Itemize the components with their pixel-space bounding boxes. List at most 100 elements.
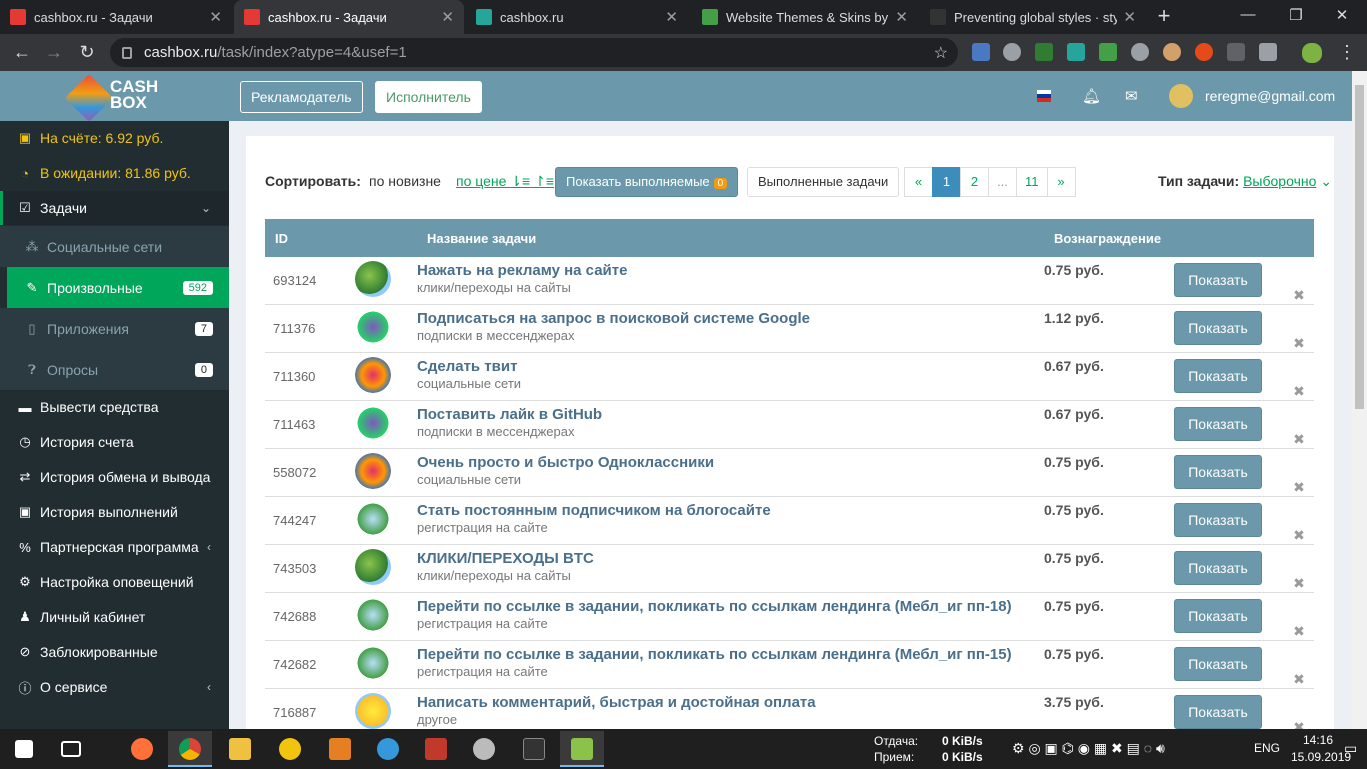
app-icon[interactable] [318, 731, 362, 767]
page-link[interactable]: ... [988, 167, 1017, 197]
show-task-button[interactable]: Показать [1174, 407, 1262, 441]
remove-task-icon[interactable]: ✖ [1284, 400, 1314, 449]
extension-icon[interactable] [972, 43, 990, 61]
sidebar-item[interactable]: ⊘ Заблокированные [0, 635, 229, 669]
show-task-button[interactable]: Показать [1174, 599, 1262, 633]
remove-task-icon[interactable]: ✖ [1284, 496, 1314, 545]
sort-desc-icon[interactable]: ⇂≡ [510, 173, 530, 189]
close-window-icon[interactable]: ✕ [1332, 6, 1352, 24]
browser-tab[interactable]: cashbox.ru ✕ [466, 0, 688, 34]
task-name[interactable]: Сделать твит [417, 358, 1044, 375]
sidebar-item[interactable]: % Партнерская программа ‹ [0, 530, 229, 564]
app-icon[interactable] [462, 731, 506, 767]
remove-task-icon[interactable]: ✖ [1284, 352, 1314, 401]
app-icon[interactable] [268, 731, 312, 767]
close-tab-icon[interactable]: ✕ [441, 8, 454, 26]
close-tab-icon[interactable]: ✕ [895, 8, 908, 26]
sidebar-item[interactable]: ⓘ О сервисе ‹ [0, 670, 229, 704]
app-icon[interactable] [512, 731, 556, 767]
advertiser-button[interactable]: Рекламодатель [240, 81, 363, 113]
tray-icons[interactable]: ⚙ ◎ ▣ ⌬ ◉ ▦ ✖ ▤ ◌ 🔊︎ [1012, 740, 1165, 757]
bell-icon[interactable]: 🔔︎ [1082, 87, 1101, 105]
forward-icon[interactable]: → [43, 42, 65, 63]
close-tab-icon[interactable]: ✕ [1123, 8, 1136, 26]
close-tab-icon[interactable]: ✕ [209, 8, 222, 26]
show-task-button[interactable]: Показать [1174, 551, 1262, 585]
remove-task-icon[interactable]: ✖ [1284, 592, 1314, 641]
sidebar-item[interactable]: ♟ Личный кабинет [0, 600, 229, 634]
task-name[interactable]: Очень просто и быстро Одноклассники [417, 454, 1044, 471]
notifications-icon[interactable]: ▭ [1344, 740, 1357, 757]
notepad-icon[interactable] [560, 731, 604, 767]
page-link[interactable]: 1 [932, 167, 961, 197]
sidebar-item[interactable]: ⚙ Настройка оповещений [0, 565, 229, 599]
task-name[interactable]: Перейти по ссылке в задании, покликать п… [417, 598, 1044, 615]
browser-tab[interactable]: Website Themes & Skins by Sty ✕ [692, 0, 918, 34]
show-task-button[interactable]: Показать [1174, 311, 1262, 345]
task-name[interactable]: Поставить лайк в GitHub [417, 406, 1044, 423]
extension-icon[interactable] [1131, 43, 1149, 61]
clock-date[interactable]: 15.09.2019 [1291, 750, 1351, 764]
back-icon[interactable]: ← [11, 42, 33, 63]
show-task-button[interactable]: Показать [1174, 359, 1262, 393]
cookie-icon[interactable] [1163, 43, 1181, 61]
remove-task-icon[interactable]: ✖ [1284, 544, 1314, 593]
sort-asc-icon[interactable]: ↾≡ [534, 173, 554, 189]
extension-icon[interactable] [1195, 43, 1213, 61]
page-link[interactable]: « [904, 167, 933, 197]
task-name[interactable]: Подписаться на запрос в поисковой систем… [417, 310, 1044, 327]
extension-icon[interactable] [1227, 43, 1245, 61]
file-explorer-icon[interactable] [218, 731, 262, 767]
remove-task-icon[interactable]: ✖ [1284, 640, 1314, 689]
page-link[interactable]: » [1046, 167, 1076, 197]
sidebar-item[interactable]: ⇄ История обмена и вывода [0, 460, 229, 494]
show-active-button[interactable]: Показать выполняемые 0 [555, 167, 739, 197]
page-link[interactable]: 2 [960, 167, 989, 197]
language-indicator[interactable]: ENG [1254, 741, 1280, 755]
show-task-button[interactable]: Показать [1174, 503, 1262, 537]
task-name[interactable]: КЛИКИ/ПЕРЕХОДЫ BTC [417, 550, 1044, 567]
maximize-icon[interactable]: ❐ [1286, 6, 1306, 24]
cashbox-logo[interactable]: CASH BOX [64, 73, 162, 123]
task-name[interactable]: Перейти по ссылке в задании, покликать п… [417, 646, 1044, 663]
start-windows-icon[interactable] [2, 731, 46, 767]
page-scrollbar[interactable] [1352, 71, 1367, 729]
page-link[interactable]: 11 [1016, 167, 1048, 197]
show-task-button[interactable]: Показать [1174, 263, 1262, 297]
done-tasks-button[interactable]: Выполненные задачи [747, 167, 900, 197]
bookmark-star-icon[interactable]: ☆ [934, 43, 948, 63]
reload-icon[interactable]: ↻ [76, 42, 98, 63]
show-task-button[interactable]: Показать [1174, 455, 1262, 489]
sidebar-item[interactable]: ▣ История выполнений [0, 495, 229, 529]
browser-tab[interactable]: cashbox.ru - Задачи ✕ [0, 0, 232, 34]
sidebar-item-custom[interactable]: ✎ Произвольные 592 [7, 267, 229, 308]
clock-time[interactable]: 14:16 [1303, 733, 1333, 747]
sidebar-item-polls[interactable]: ❓︎ Опросы 0 [0, 349, 229, 390]
shield-icon[interactable] [1099, 43, 1117, 61]
close-tab-icon[interactable]: ✕ [665, 8, 678, 26]
extension-icon[interactable] [1035, 43, 1053, 61]
menu-icon[interactable]: ⋮ [1336, 42, 1358, 63]
sidebar-item-tasks[interactable]: ☑ Задачи ⌄ [0, 191, 229, 225]
task-type-value[interactable]: Выборочно [1243, 173, 1316, 189]
browser-tab[interactable]: Preventing global styles · stylis ✕ [920, 0, 1146, 34]
extension-icon[interactable] [1259, 43, 1277, 61]
user-avatar[interactable] [1169, 84, 1193, 108]
sidebar-item[interactable]: ◷ История счета [0, 425, 229, 459]
sort-price[interactable]: по цене ⇂≡ ↾≡ [456, 173, 554, 190]
task-name[interactable]: Нажать на рекламу на сайте [417, 262, 1044, 279]
profile-avatar[interactable] [1302, 43, 1322, 63]
show-task-button[interactable]: Показать [1174, 695, 1262, 729]
mail-icon[interactable]: ✉ [1125, 87, 1138, 105]
address-bar[interactable]: cashbox.ru/task/index?atype=4&usef=1 ☆ [110, 38, 958, 67]
sidebar-item[interactable]: ▬ Вывести средства [0, 390, 229, 424]
scrollbar-thumb[interactable] [1355, 85, 1364, 409]
user-email[interactable]: reregme@gmail.com [1205, 88, 1335, 104]
russian-flag-icon[interactable] [1037, 90, 1051, 102]
sort-newest[interactable]: по новизне [369, 173, 441, 189]
minimize-icon[interactable]: — [1238, 6, 1258, 23]
task-type-filter[interactable]: Тип задачи: Выборочно ⌄ [1158, 173, 1332, 190]
extension-icon[interactable] [1067, 43, 1085, 61]
filezilla-icon[interactable] [414, 731, 458, 767]
remove-task-icon[interactable]: ✖ [1284, 304, 1314, 353]
